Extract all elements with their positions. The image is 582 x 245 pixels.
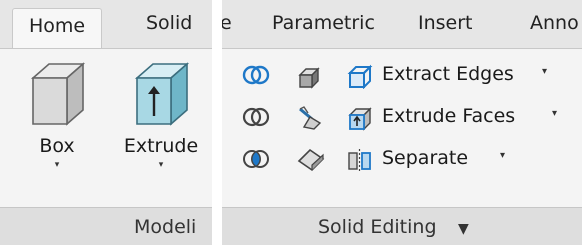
ribbon-right-fragment: e Parametric Insert Anno Extract Edges ▾ (222, 0, 582, 245)
solid-editing-panel-footer[interactable]: Solid Editing ▼ (222, 207, 582, 245)
solid-editing-panel-arrow[interactable]: ▼ (458, 218, 469, 240)
extrude-faces-icon (348, 107, 372, 131)
tab-fragment[interactable]: e (222, 10, 232, 36)
extrude-label: Extrude (123, 135, 199, 157)
tab-annotate[interactable]: Anno (530, 10, 579, 36)
separate-icon (348, 149, 371, 172)
box-icon (30, 62, 86, 126)
extrude-button[interactable]: Extrude ▾ (116, 56, 206, 186)
extrude-faces-label[interactable]: Extrude Faces (382, 104, 515, 128)
shell-icon[interactable] (296, 147, 326, 173)
extract-edges-dropdown[interactable]: ▾ (542, 66, 547, 77)
extrude-dropdown-arrow[interactable]: ▾ (116, 160, 206, 170)
solid-editing-row-2: Extrude Faces ▾ (222, 100, 582, 136)
extrude-icon (134, 62, 190, 126)
extract-edges-label[interactable]: Extract Edges (382, 62, 514, 86)
tab-solid[interactable]: Solid (146, 10, 192, 36)
modeling-panel-footer[interactable]: Modeli (0, 207, 212, 245)
ribbon-left-fragment: Home Solid Box ▾ Extrude ▾ Modeli (0, 0, 212, 245)
ribbon-tab-strip: Home Solid (0, 0, 212, 49)
slice-icon[interactable] (296, 105, 326, 131)
box-dropdown-arrow[interactable]: ▾ (12, 160, 102, 170)
box-button[interactable]: Box ▾ (12, 56, 102, 186)
intersect-icon[interactable] (242, 147, 270, 171)
ribbon-tab-strip-right: e Parametric Insert Anno (222, 0, 582, 49)
union-icon[interactable] (242, 63, 270, 87)
separate-dropdown[interactable]: ▾ (500, 150, 505, 161)
separate-label[interactable]: Separate (382, 146, 468, 170)
tab-insert[interactable]: Insert (418, 10, 473, 36)
modeling-panel-title: Modeli (134, 216, 197, 238)
box-label: Box (39, 135, 75, 157)
extrude-faces-dropdown[interactable]: ▾ (552, 108, 557, 119)
solid-editing-row-1: Extract Edges ▾ (222, 58, 582, 94)
interfere-icon[interactable] (296, 63, 324, 89)
solid-editing-panel-title: Solid Editing (318, 216, 437, 238)
subtract-icon[interactable] (242, 105, 270, 129)
tab-home[interactable]: Home (12, 8, 103, 48)
tab-parametric[interactable]: Parametric (272, 10, 375, 36)
solid-editing-row-3: Separate ▾ (222, 142, 582, 178)
window-divider (212, 0, 222, 245)
extract-edges-icon (347, 64, 373, 89)
